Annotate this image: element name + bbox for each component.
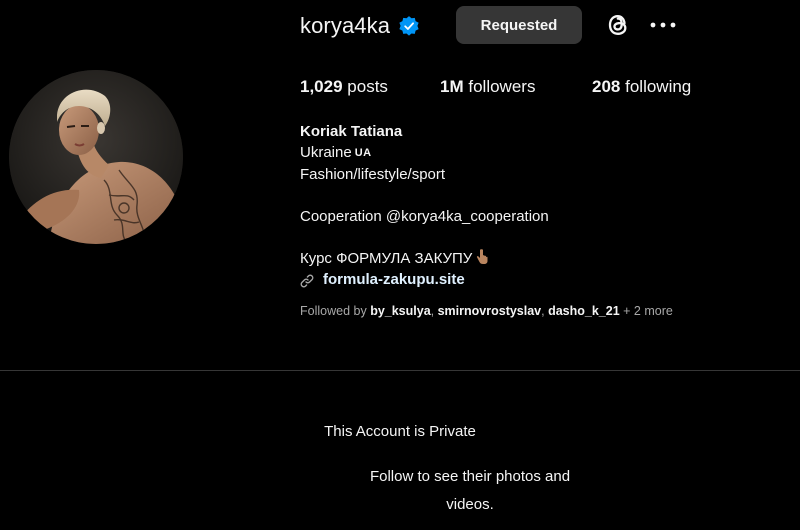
posts-label: posts: [347, 77, 388, 96]
followers-number: 1M: [440, 77, 464, 96]
pointing-down-hand-icon: [475, 249, 489, 265]
avatar-photo: [9, 70, 183, 244]
username-row: korya4ka: [300, 6, 420, 46]
username: korya4ka: [300, 13, 391, 38]
bio-external-link[interactable]: formula-zakupu.site: [323, 269, 465, 290]
following-label: following: [625, 77, 692, 96]
bio-category: Fashion/lifestyle/sport: [300, 166, 446, 183]
following-link[interactable]: 208 following: [592, 77, 691, 97]
profile-header: korya4ka Requested 1,029 posts 1M follow…: [0, 0, 800, 370]
private-account-title: This Account is Private: [324, 423, 476, 440]
country-flag: UA: [354, 147, 372, 159]
followers-label: followers: [468, 77, 536, 96]
follower-user-2[interactable]: smirnovrostyslav: [438, 304, 542, 318]
follower-user-3[interactable]: dasho_k_21: [548, 304, 620, 318]
followed-by[interactable]: Followed by by_ksulya, smirnovrostyslav,…: [300, 304, 673, 318]
profile-avatar[interactable]: [9, 70, 183, 244]
bio-course: Курс ФОРМУЛА ЗАКУПУ: [300, 248, 780, 269]
more-options-icon[interactable]: [648, 14, 678, 36]
bio-location: Ukraine UA: [300, 142, 780, 164]
bio-course-text: Курс ФОРМУЛА ЗАКУПУ: [300, 250, 473, 267]
followers-link[interactable]: 1M followers: [440, 77, 535, 97]
followed-by-separator: ,: [430, 304, 438, 318]
profile-bio: Koriak Tatiana Ukraine UA Fashion/lifesty…: [300, 121, 780, 290]
bio-country: Ukraine: [300, 144, 352, 161]
followed-by-more: + 2 more: [619, 304, 673, 318]
bio-link-row[interactable]: formula-zakupu.site: [300, 269, 780, 290]
link-icon: [300, 273, 314, 287]
private-account-subtitle: Follow to see their photos and videos.: [369, 468, 571, 513]
posts-count: 1,029 posts: [300, 77, 388, 97]
bio-cooperation: Cooperation @korya4ka_cooperation: [300, 208, 549, 225]
following-number: 208: [592, 77, 621, 96]
bio-full-name: Koriak Tatiana: [300, 123, 403, 140]
posts-number: 1,029: [300, 77, 343, 96]
requested-button[interactable]: Requested: [456, 6, 582, 44]
verified-badge-icon: [398, 15, 420, 37]
follower-user-1[interactable]: by_ksulya: [370, 304, 430, 318]
section-divider: [0, 370, 800, 371]
threads-icon[interactable]: [603, 10, 633, 40]
followed-by-prefix: Followed by: [300, 304, 367, 318]
